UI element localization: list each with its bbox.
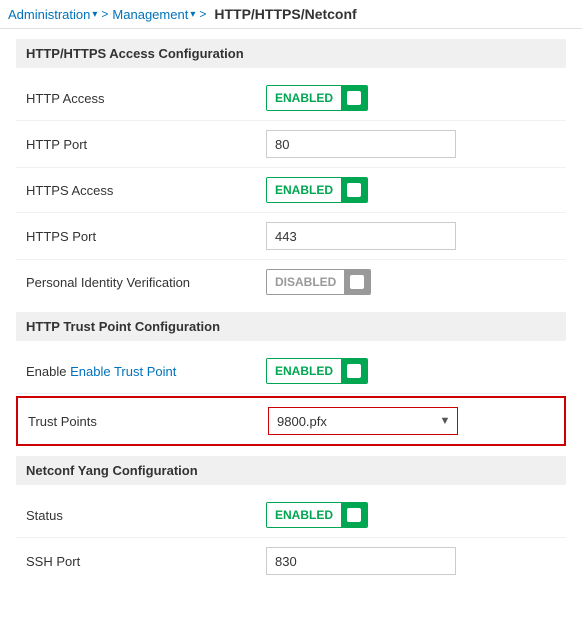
ssh-port-row: SSH Port: [16, 538, 566, 584]
netconf-section-header: Netconf Yang Configuration: [16, 456, 566, 485]
https-access-control: ENABLED: [266, 177, 556, 203]
https-access-toggle-switch: [341, 177, 367, 203]
piv-row: Personal Identity Verification DISABLED: [16, 260, 566, 304]
status-toggle-inner: [347, 508, 361, 522]
trust-points-label: Trust Points: [28, 414, 268, 429]
breadcrumb-sep2: >: [199, 7, 206, 21]
https-port-input[interactable]: [266, 222, 456, 250]
http-port-control: [266, 130, 556, 158]
status-toggle-label: ENABLED: [267, 503, 341, 527]
trust-point-section: HTTP Trust Point Configuration Enable En…: [16, 312, 566, 446]
enable-trust-point-control: ENABLED: [266, 358, 556, 384]
http-access-control: ENABLED: [266, 85, 556, 111]
piv-toggle-label: DISABLED: [267, 270, 344, 294]
https-port-label: HTTPS Port: [26, 229, 266, 244]
piv-toggle[interactable]: DISABLED: [266, 269, 371, 295]
https-access-toggle[interactable]: ENABLED: [266, 177, 368, 203]
http-https-section-header: HTTP/HTTPS Access Configuration: [16, 39, 566, 68]
trust-points-select-wrap: 9800.pfx ▼: [268, 407, 458, 435]
ssh-port-control: [266, 547, 556, 575]
netconf-section: Netconf Yang Configuration Status ENABLE…: [16, 456, 566, 584]
breadcrumb: Administration ▾ > Management ▾ > HTTP/H…: [0, 0, 582, 29]
enable-trust-point-toggle[interactable]: ENABLED: [266, 358, 368, 384]
enable-trust-point-label: Enable Enable Trust Point: [26, 364, 266, 379]
ssh-port-label: SSH Port: [26, 554, 266, 569]
http-port-label: HTTP Port: [26, 137, 266, 152]
breadcrumb-management-chevron: ▾: [190, 9, 195, 20]
breadcrumb-admin-chevron: ▾: [92, 9, 97, 20]
http-port-input[interactable]: [266, 130, 456, 158]
status-toggle[interactable]: ENABLED: [266, 502, 368, 528]
piv-control: DISABLED: [266, 269, 556, 295]
http-access-row: HTTP Access ENABLED: [16, 76, 566, 121]
http-access-toggle-switch: [341, 85, 367, 111]
http-access-toggle-inner: [347, 91, 361, 105]
https-access-toggle-label: ENABLED: [267, 178, 341, 202]
https-port-row: HTTPS Port: [16, 213, 566, 260]
breadcrumb-management-link[interactable]: Management: [112, 7, 188, 22]
main-content: HTTP/HTTPS Access Configuration HTTP Acc…: [0, 29, 582, 594]
status-control: ENABLED: [266, 502, 556, 528]
http-access-toggle-label: ENABLED: [267, 86, 341, 110]
http-port-row: HTTP Port: [16, 121, 566, 168]
trust-points-control: 9800.pfx ▼: [268, 407, 554, 435]
http-access-label: HTTP Access: [26, 91, 266, 106]
https-access-label: HTTPS Access: [26, 183, 266, 198]
piv-label: Personal Identity Verification: [26, 275, 266, 290]
enable-trust-point-toggle-switch: [341, 358, 367, 384]
enable-trust-point-row: Enable Enable Trust Point ENABLED: [16, 349, 566, 394]
https-access-row: HTTPS Access ENABLED: [16, 168, 566, 213]
trust-points-row: Trust Points 9800.pfx ▼: [16, 396, 566, 446]
status-label: Status: [26, 508, 266, 523]
enable-trust-point-toggle-label: ENABLED: [267, 359, 341, 383]
breadcrumb-sep1: >: [101, 7, 108, 21]
trust-points-select[interactable]: 9800.pfx: [269, 408, 457, 434]
status-toggle-switch: [341, 502, 367, 528]
trust-point-link[interactable]: Enable Trust Point: [70, 364, 176, 379]
http-https-section: HTTP/HTTPS Access Configuration HTTP Acc…: [16, 39, 566, 304]
trust-point-section-header: HTTP Trust Point Configuration: [16, 312, 566, 341]
status-row: Status ENABLED: [16, 493, 566, 538]
piv-toggle-inner: [350, 275, 364, 289]
http-access-toggle[interactable]: ENABLED: [266, 85, 368, 111]
breadcrumb-current: HTTP/HTTPS/Netconf: [214, 6, 356, 22]
enable-trust-point-toggle-inner: [347, 364, 361, 378]
ssh-port-input[interactable]: [266, 547, 456, 575]
https-access-toggle-inner: [347, 183, 361, 197]
breadcrumb-admin-link[interactable]: Administration: [8, 7, 90, 22]
https-port-control: [266, 222, 556, 250]
piv-toggle-switch: [344, 269, 370, 295]
